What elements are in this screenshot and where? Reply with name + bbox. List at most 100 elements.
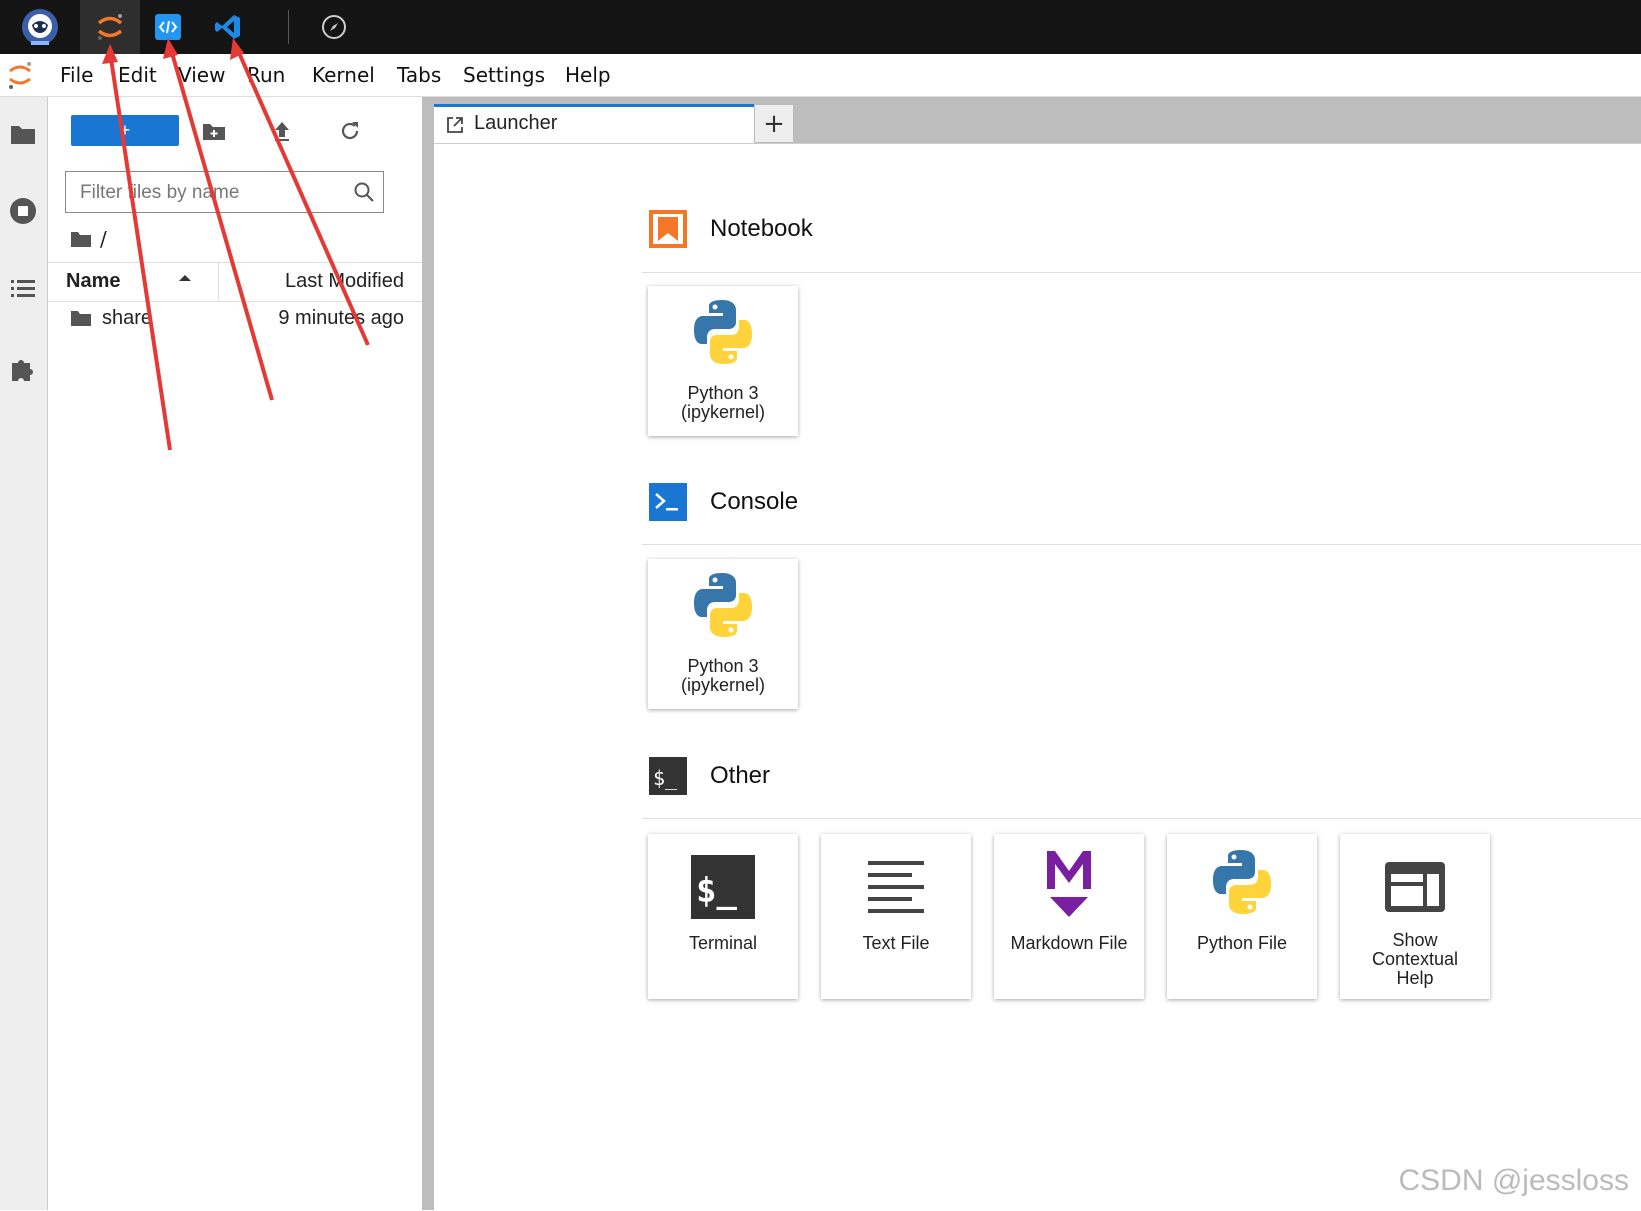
tab-launcher[interactable]: Launcher [434, 104, 754, 143]
python-file-card[interactable]: Python File [1167, 834, 1317, 999]
upload-button[interactable] [268, 117, 296, 145]
console-section-header: Console [648, 482, 1641, 530]
left-sidebar [0, 97, 48, 1210]
code-server-app-button[interactable] [138, 0, 198, 54]
terminal-icon: $_ [691, 855, 755, 919]
python-icon-wrap [688, 571, 758, 641]
text-file-icon-wrap [861, 852, 931, 922]
main-tab-bar: Launcher + [434, 97, 1641, 143]
column-modified-header[interactable]: Last Modified [285, 270, 404, 293]
refresh-icon [341, 122, 359, 140]
python-icon [694, 573, 752, 637]
markdown-icon-wrap [1034, 848, 1104, 918]
python-file-label: Python File [1196, 933, 1288, 953]
svg-text:$_: $_ [696, 871, 737, 911]
card-label-line1: Python 3 [687, 656, 759, 676]
card-label-line1: Python 3 [687, 383, 759, 403]
file-modified: 9 minutes ago [278, 307, 404, 329]
help-label-line1: Show [1392, 930, 1438, 950]
markdown-file-label: Markdown File [1010, 933, 1128, 953]
menu-file[interactable]: File [60, 63, 93, 87]
console-python3-card[interactable]: Python 3 (ipykernel) [648, 559, 798, 709]
console-section-divider [642, 544, 1641, 545]
sidebar-file-browser-tab[interactable] [7, 118, 39, 150]
launcher-panel: Notebook Python 3 (ipykernel) Console Py… [434, 143, 1641, 1211]
menu-help[interactable]: Help [565, 63, 611, 87]
markdown-file-card[interactable]: Markdown File [994, 834, 1144, 999]
compass-icon [322, 15, 346, 39]
notebook-python3-card[interactable]: Python 3 (ipykernel) [648, 286, 798, 436]
upload-icon [275, 122, 289, 141]
menu-settings[interactable]: Settings [463, 63, 545, 87]
compass-app-button[interactable] [304, 0, 364, 54]
new-folder-icon [203, 124, 225, 140]
breadcrumb-root[interactable]: / [100, 227, 107, 251]
new-launcher-button[interactable]: + [71, 115, 179, 146]
jupyter-app-button[interactable] [80, 0, 140, 54]
file-row-share[interactable]: share 9 minutes ago [48, 301, 422, 337]
notebook-bookmark-icon [649, 210, 687, 248]
astronaut-logo-button[interactable] [10, 0, 70, 54]
help-icon-wrap [1380, 852, 1450, 922]
file-browser-panel: + / Name Last Modif [48, 97, 422, 1210]
app-switcher-bar [0, 0, 1641, 54]
tab-launcher-label: Launcher [474, 112, 558, 134]
topbar-separator [288, 10, 289, 44]
refresh-button[interactable] [336, 117, 364, 145]
console-prompt-icon [649, 483, 687, 521]
other-section-title: Other [710, 762, 771, 789]
terminal-card[interactable]: $_ Terminal [648, 834, 798, 999]
sidebar-toc-tab[interactable] [7, 273, 39, 305]
console-section-title: Console [710, 488, 799, 515]
breadcrumb-folder-icon[interactable] [70, 230, 92, 248]
column-name-header[interactable]: Name [66, 270, 120, 293]
breadcrumb: / [70, 227, 107, 251]
notebook-section-header: Notebook [648, 209, 1641, 257]
python-file-icon-wrap [1207, 848, 1277, 918]
python-icon-wrap [688, 298, 758, 368]
jupyter-menu-logo [6, 59, 34, 95]
text-file-icon [868, 861, 924, 913]
menu-edit[interactable]: Edit [118, 63, 157, 87]
markdown-icon [1047, 851, 1091, 917]
menu-run[interactable]: Run [247, 63, 285, 87]
watermark: CSDN @jessloss [1398, 1164, 1630, 1197]
terminal-label: Terminal [688, 933, 758, 953]
jupyter-icon [97, 14, 123, 40]
terminal-icon-wrap: $_ [688, 852, 758, 922]
filter-box [65, 171, 384, 213]
vscode-app-button[interactable] [198, 0, 258, 54]
add-tab-button[interactable]: + [754, 104, 794, 143]
search-icon [354, 182, 374, 202]
menu-view[interactable]: View [178, 63, 225, 87]
card-label-line2: (ipykernel) [680, 675, 766, 695]
other-section-divider [642, 818, 1641, 819]
card-label-line2: (ipykernel) [680, 402, 766, 422]
contextual-help-card[interactable]: Show Contextual Help [1340, 834, 1490, 999]
notebook-section-title: Notebook [710, 215, 813, 242]
file-list-header: Name Last Modified [48, 262, 422, 302]
menu-kernel[interactable]: Kernel [312, 63, 375, 87]
list-icon [11, 280, 35, 297]
notebook-section-divider [642, 272, 1641, 273]
code-server-icon [155, 14, 181, 40]
text-file-card[interactable]: Text File [821, 834, 971, 999]
file-name: share [102, 307, 153, 329]
sidebar-running-tab[interactable] [7, 195, 39, 227]
column-resize-handle[interactable] [218, 263, 219, 301]
contextual-help-icon [1385, 862, 1445, 912]
other-section-header: $_ Other [648, 756, 1641, 804]
panel-splitter[interactable] [422, 97, 434, 1210]
menu-bar: File Edit View Run Kernel Tabs Settings … [0, 54, 1641, 97]
svg-text:$_: $_ [653, 766, 678, 790]
folder-icon [11, 126, 35, 144]
vscode-icon [215, 15, 240, 39]
filter-files-input[interactable] [78, 180, 352, 206]
new-folder-button[interactable] [200, 117, 228, 145]
menu-tabs[interactable]: Tabs [397, 63, 441, 87]
sort-ascending-icon[interactable] [178, 273, 192, 283]
launch-icon [447, 117, 463, 133]
python-icon [694, 300, 752, 364]
terminal-section-icon: $_ [649, 757, 687, 795]
sidebar-extensions-tab[interactable] [7, 352, 39, 384]
